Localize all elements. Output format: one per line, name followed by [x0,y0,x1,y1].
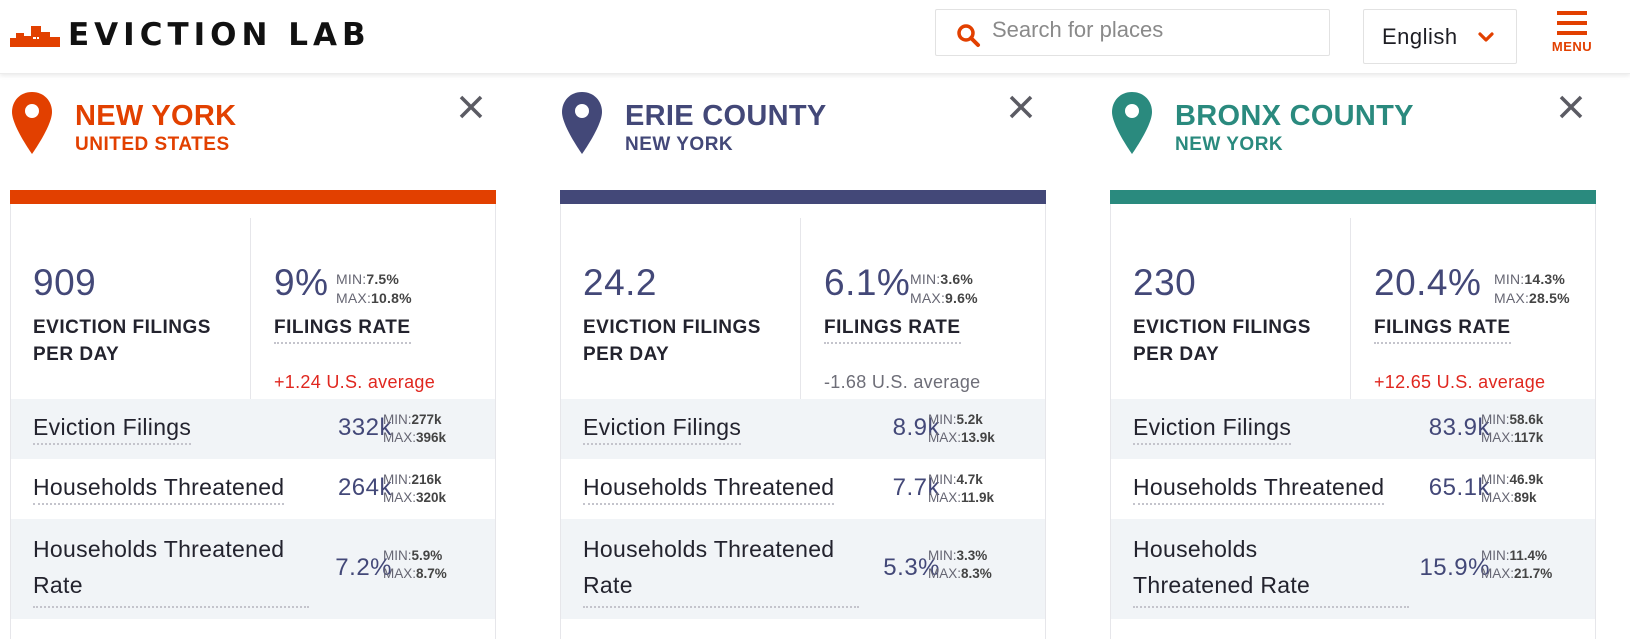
hamburger-icon [1547,11,1597,35]
place-parent: UNITED STATES [75,134,230,155]
filings-rate-label[interactable]: FILINGS RATE [824,314,961,344]
stat-row-label[interactable]: Eviction Filings [583,409,742,445]
stat-row-label[interactable]: Eviction Filings [1133,409,1292,445]
filings-rate-value: 9% [274,262,329,303]
menu-button[interactable]: MENU [1547,11,1597,63]
stat-rows: Eviction Filings 8.9k MIN:5.2k MAX:13.9k Hou… [561,399,1045,619]
logo-text: EVICTION LAB [68,17,371,53]
stat-row-range: MIN:3.3% MAX:8.3% [928,548,992,581]
map-pin-icon [1112,92,1152,154]
stat-row: Eviction Filings 332k MIN:277k MAX:396k [11,399,495,459]
language-label: English [1382,23,1458,49]
filings-per-day-value: 24.2 [583,262,658,303]
stat-row-range: MIN:5.2k MAX:13.9k [928,412,995,445]
filings-per-day-stat: 24.2 EVICTION FILINGS PER DAY [561,218,801,399]
language-select[interactable]: English [1363,9,1517,64]
stat-row: Households Threatened 65.1k MIN:46.9k MAX:8… [1111,459,1595,519]
filings-rate-label[interactable]: FILINGS RATE [1374,314,1511,344]
stat-rows: Eviction Filings 332k MIN:277k MAX:396k Hous… [11,399,495,619]
houses-logo-icon [10,26,60,47]
filings-per-day-value: 909 [33,262,97,303]
stats-panel: 24.2 EVICTION FILINGS PER DAY 6.1% MIN:3… [560,204,1046,639]
chevron-down-icon [1478,32,1494,42]
filings-rate-range: MIN:7.5% MAX:10.8% [336,271,412,306]
stat-row-label[interactable]: Households Threatened Rate [33,531,309,608]
location-color-bar [1110,190,1596,204]
us-average-comparison: +12.65 U.S. average [1374,372,1546,392]
search-input[interactable] [992,16,1322,43]
close-icon[interactable] [1558,94,1584,120]
stat-row-range: MIN:11.4% MAX:21.7% [1481,548,1553,581]
place-name: BRONX COUNTY [1175,100,1414,132]
map-pin-icon [12,92,52,154]
filings-per-day-stat: 909 EVICTION FILINGS PER DAY [11,218,251,399]
location-color-bar [10,190,496,204]
stat-row-label[interactable]: Households Threatened [1133,469,1385,505]
close-icon[interactable] [458,94,484,120]
stat-row: Households Threatened 264k MIN:216k MAX:320… [11,459,495,519]
filings-rate-stat: 9% MIN:7.5% MAX:10.8% FILINGS RATE +1.24… [252,218,495,399]
location-color-bar [560,190,1046,204]
stat-row-label[interactable]: Households Threatened [583,469,835,505]
headline-stats: 24.2 EVICTION FILINGS PER DAY 6.1% MIN:3… [561,204,1045,399]
filings-rate-label[interactable]: FILINGS RATE [274,314,411,344]
location-card: NEW YORK UNITED STATES 909 EVICTION FILI… [10,74,496,639]
filings-per-day-label: EVICTION FILINGS PER DAY [33,317,211,365]
stat-row: Households Threatened Rate 15.9% MIN:11.4% M… [1111,519,1595,619]
stat-row-label[interactable]: Households Threatened [33,469,285,505]
filings-rate-stat: 6.1% MIN:3.6% MAX:9.6% FILINGS RATE -1.6… [802,218,1045,399]
search-box[interactable] [935,9,1330,56]
location-card: ERIE COUNTY NEW YORK 24.2 EVICTION FILIN… [560,74,1046,639]
stat-row-range: MIN:5.9% MAX:8.7% [383,548,447,581]
search-icon[interactable] [956,23,982,49]
stat-row: Households Threatened 7.7k MIN:4.7k MAX:11.… [561,459,1045,519]
place-parent: NEW YORK [625,134,734,155]
filings-rate-range: MIN:14.3% MAX:28.5% [1494,271,1570,306]
stat-row-label[interactable]: Households Threatened Rate [1133,531,1409,608]
filings-per-day-value: 230 [1133,262,1197,303]
stat-row-label[interactable]: Households Threatened Rate [583,531,859,608]
stat-rows: Eviction Filings 83.9k MIN:58.6k MAX:117k Ho… [1111,399,1595,619]
place-parent: NEW YORK [1175,134,1284,155]
filings-per-day-label: EVICTION FILINGS PER DAY [583,317,761,365]
stat-row-range: MIN:4.7k MAX:11.9k [928,472,995,505]
filings-rate-stat: 20.4% MIN:14.3% MAX:28.5% FILINGS RATE +… [1352,218,1595,399]
filings-rate-value: 20.4% [1374,262,1482,303]
stat-row: Households Threatened Rate 7.2% MIN:5.9% MAX… [11,519,495,619]
eviction-lab-logo[interactable]: EVICTION LAB [10,18,371,52]
stat-row: Eviction Filings 83.9k MIN:58.6k MAX:117k [1111,399,1595,459]
close-icon[interactable] [1008,94,1034,120]
stat-row-range: MIN:46.9k MAX:89k [1481,472,1544,505]
map-pin-icon [562,92,602,154]
stat-row-range: MIN:277k MAX:396k [383,412,447,445]
headline-stats: 909 EVICTION FILINGS PER DAY 9% MIN:7.5%… [11,204,495,399]
filings-per-day-label: EVICTION FILINGS PER DAY [1133,317,1311,365]
us-average-comparison: -1.68 U.S. average [824,372,981,392]
us-average-comparison: +1.24 U.S. average [274,372,436,392]
filings-rate-range: MIN:3.6% MAX:9.6% [910,271,978,306]
location-card: BRONX COUNTY NEW YORK 230 EVICTION FILIN… [1110,74,1596,639]
stats-panel: 909 EVICTION FILINGS PER DAY 9% MIN:7.5%… [10,204,496,639]
filings-per-day-stat: 230 EVICTION FILINGS PER DAY [1111,218,1351,399]
top-navbar: EVICTION LAB English MENU [0,0,1630,74]
headline-stats: 230 EVICTION FILINGS PER DAY 20.4% MIN:1… [1111,204,1595,399]
filings-rate-value: 6.1% [824,262,911,303]
menu-label: MENU [1551,39,1593,54]
stat-row-range: MIN:58.6k MAX:117k [1481,412,1544,445]
stat-row: Eviction Filings 8.9k MIN:5.2k MAX:13.9k [561,399,1045,459]
stat-row-label[interactable]: Eviction Filings [33,409,192,445]
place-name: NEW YORK [75,100,237,132]
stat-row-range: MIN:216k MAX:320k [383,472,447,505]
stat-row-value: 15.9% [1419,554,1490,581]
stat-row: Households Threatened Rate 5.3% MIN:3.3% MAX… [561,519,1045,619]
place-name: ERIE COUNTY [625,100,827,132]
stats-panel: 230 EVICTION FILINGS PER DAY 20.4% MIN:1… [1110,204,1596,639]
